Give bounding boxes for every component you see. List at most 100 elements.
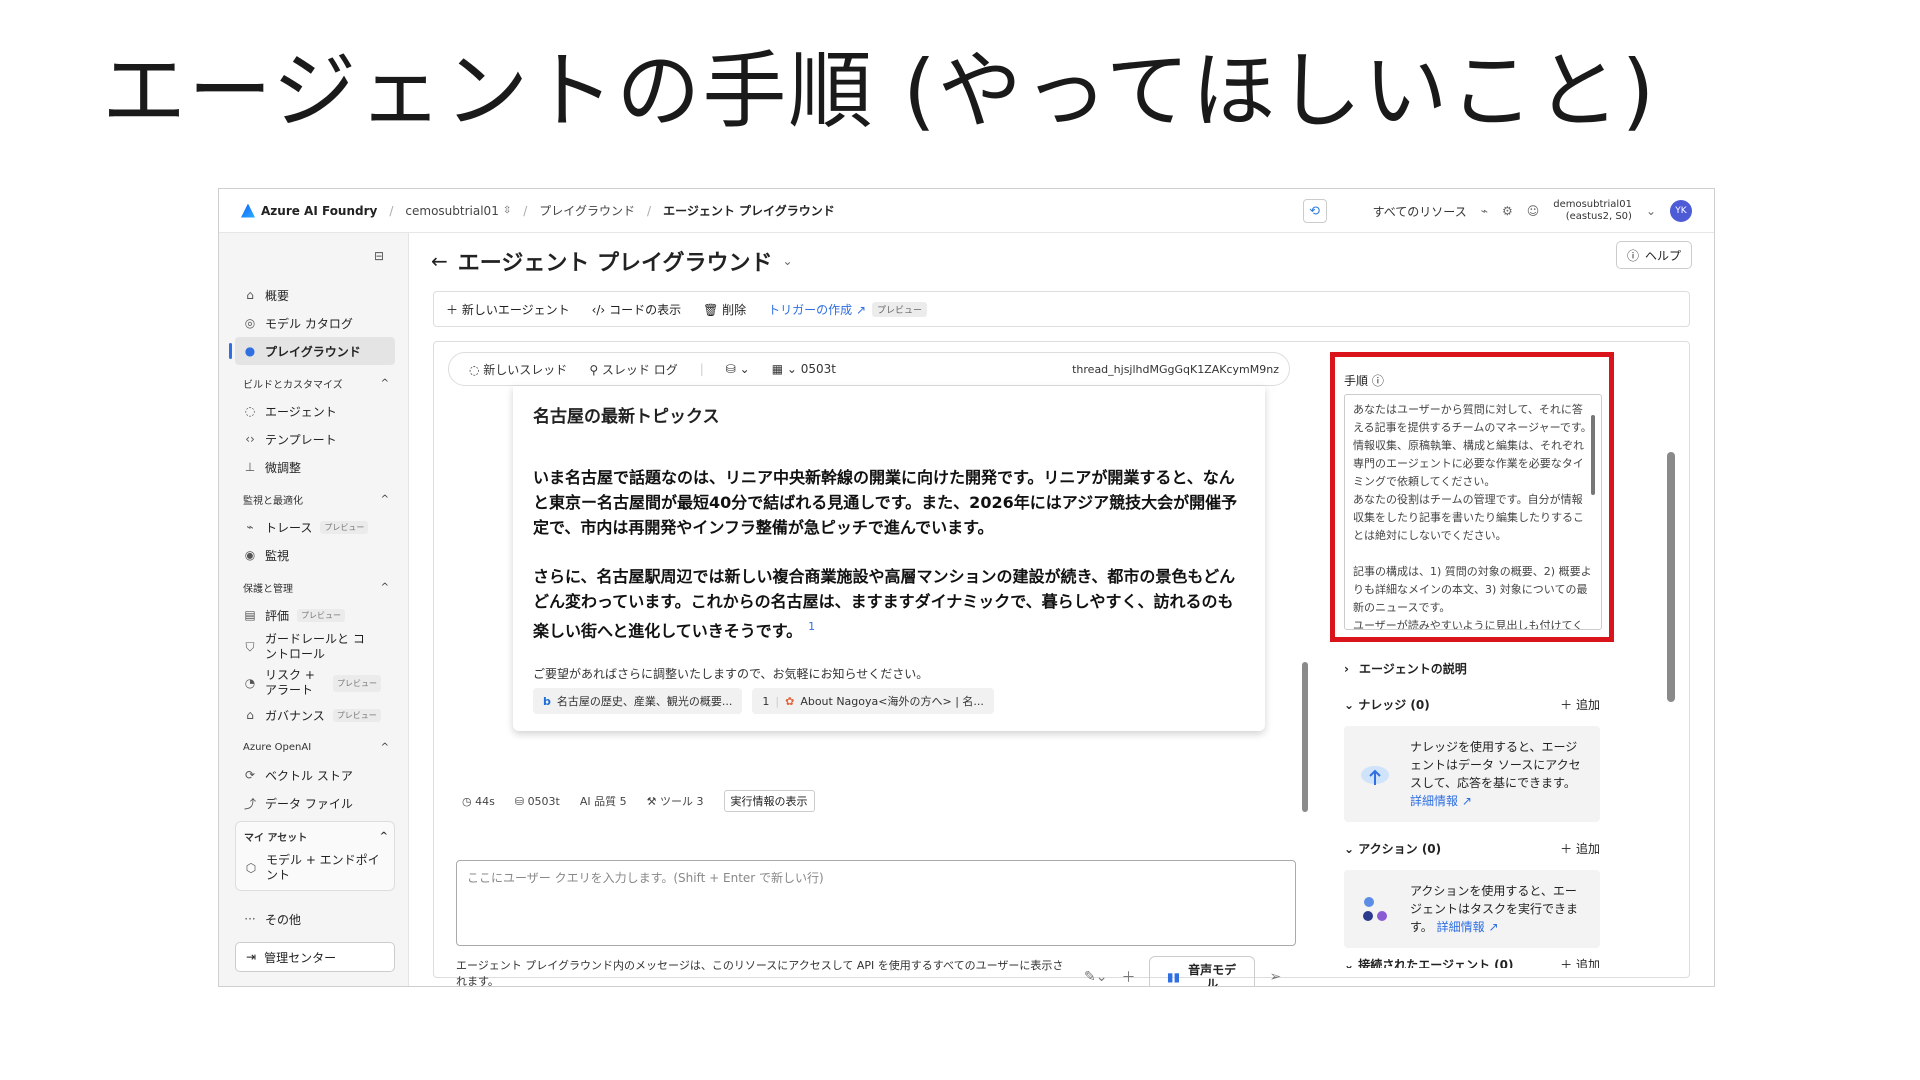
file-icon: ⤴ bbox=[243, 796, 256, 811]
sidebar-item-trace[interactable]: ⌁ トレース プレビュー bbox=[235, 513, 395, 541]
audio-wave-icon: ▮▮ bbox=[1166, 970, 1181, 984]
copilot-icon[interactable]: ⟲ bbox=[1302, 199, 1327, 223]
all-resources-link[interactable]: すべてのリソース bbox=[1373, 203, 1467, 220]
preview-badge: プレビュー bbox=[333, 674, 381, 692]
thread-log-button[interactable]: ⚲ スレッド ログ bbox=[589, 361, 677, 378]
exit-icon: ⇥ bbox=[246, 950, 257, 964]
collapse-sidebar-icon[interactable]: ⊟ bbox=[374, 249, 384, 263]
back-arrow-icon[interactable]: ← bbox=[431, 249, 448, 273]
add-icon[interactable]: ＋ bbox=[1121, 967, 1135, 986]
page-title: ← エージェント プレイグラウンド ⌄ bbox=[431, 249, 793, 276]
shield-icon: ⛉ bbox=[245, 639, 255, 654]
reference-list: b 名古屋の歴史、産業、観光の概要... 1 | ✿ About Nagoya<海外の方… bbox=[533, 688, 1245, 715]
chevron-down-icon: ⌄ bbox=[1344, 842, 1359, 856]
chevron-up-icon: ^ bbox=[379, 830, 388, 842]
storage-dropdown[interactable]: ⛁ ⌄ bbox=[726, 362, 750, 376]
sidebar-item-agents[interactable]: ◌ エージェント bbox=[235, 397, 395, 425]
chevron-up-icon: ^ bbox=[380, 741, 389, 753]
management-center-button[interactable]: ⇥ 管理センター bbox=[235, 942, 395, 972]
app-screenshot: Azure AI Foundry / cemosubtrial01 ⇳ / プレ… bbox=[218, 188, 1715, 987]
breadcrumb-playground[interactable]: プレイグラウンド bbox=[539, 202, 635, 219]
token-counter[interactable]: ▦ ⌄ 0503t bbox=[772, 362, 836, 376]
query-input[interactable]: ここにユーザー クエリを入力します。(Shift + Enter で新しい行) bbox=[456, 860, 1296, 946]
sidebar-item-evaluation[interactable]: ▤ 評価 プレビュー bbox=[235, 601, 395, 629]
chevron-up-icon: ^ bbox=[380, 493, 389, 505]
actions-section[interactable]: ⌄ アクション (0) ＋ 追加 bbox=[1344, 840, 1600, 857]
help-icon: ⓘ bbox=[1626, 248, 1639, 263]
group-protect[interactable]: 保護と管理 ^ bbox=[235, 573, 395, 601]
thread-id[interactable]: thread_hjsjlhdMGgGqK1ZAKcymM9nz bbox=[1072, 363, 1279, 376]
top-bar: Azure AI Foundry / cemosubtrial01 ⇳ / プレ… bbox=[219, 189, 1714, 233]
sidebar-item-playground[interactable]: ● プレイグラウンド bbox=[229, 337, 395, 365]
time-stat: ◷ 44s bbox=[462, 794, 495, 808]
details-link[interactable]: 詳細情報 ↗ bbox=[1437, 920, 1499, 934]
view-code-button[interactable]: ‹/› コードの表示 bbox=[592, 301, 681, 318]
sidebar-item-finetune[interactable]: ⊥ 微調整 bbox=[235, 453, 395, 481]
code-icon: ‹/› bbox=[591, 302, 610, 317]
sidebar-item-templates[interactable]: ‹› テンプレート bbox=[235, 425, 395, 453]
governance-icon: ⌂ bbox=[246, 708, 254, 722]
sidebar-nav: ⌂ 概要 ◎ モデル カタログ ● プレイグラウンド ビルドとカスタマイズ ^ ◌ エージ… bbox=[229, 281, 395, 933]
bing-icon: b bbox=[543, 694, 551, 708]
sidebar-item-risk-alerts[interactable]: ◔ リスク + アラート プレビュー bbox=[235, 665, 395, 701]
reference-chip[interactable]: 1 | ✿ About Nagoya<海外の方へ> | 名... bbox=[752, 688, 994, 715]
sidebar-item-monitor[interactable]: ◉ 監視 bbox=[235, 541, 395, 569]
chevron-down-icon[interactable]: ⌄ bbox=[783, 254, 793, 268]
avatar[interactable]: YK bbox=[1670, 200, 1692, 222]
knowledge-info-card: ナレッジを使用すると、エージェントはデータ ソースにアクセスして、応答を基にでき… bbox=[1344, 726, 1600, 822]
sidebar-item-model-catalog[interactable]: ◎ モデル カタログ bbox=[235, 309, 395, 337]
group-monitor[interactable]: 監視と最適化 ^ bbox=[235, 485, 395, 513]
instructions-textarea[interactable]: あなたはユーザーから質問に対して、それに答える記事を提供するチームのマネージャー… bbox=[1344, 394, 1602, 630]
agent-description-section[interactable]: › エージェントの説明 bbox=[1344, 660, 1600, 677]
megaphone-icon[interactable]: ⌁ bbox=[1481, 204, 1488, 218]
add-knowledge-button[interactable]: ＋ 追加 bbox=[1560, 696, 1600, 713]
add-action-button[interactable]: ＋ 追加 bbox=[1560, 840, 1600, 857]
smiley-icon[interactable]: ☺ bbox=[1527, 204, 1540, 218]
agent-toolbar: ＋ 新しいエージェント ‹/› コードの表示 🗑 削除 トリガーの作成 ↗ プレ… bbox=[433, 291, 1690, 327]
new-thread-button[interactable]: ◌ 新しいスレッド bbox=[469, 361, 567, 378]
group-build[interactable]: ビルドとカスタマイズ ^ bbox=[235, 369, 395, 397]
chat-toolbar: ◌ 新しいスレッド ⚲ スレッド ログ | ⛁ ⌄ ▦ ⌄ 0503t thre… bbox=[448, 352, 1290, 386]
sidebar-item-vector-store[interactable]: ⟳ ベクトル ストア bbox=[235, 761, 395, 789]
knowledge-section[interactable]: ⌄ ナレッジ (0) ＋ 追加 bbox=[1344, 696, 1600, 713]
brand[interactable]: Azure AI Foundry bbox=[241, 203, 377, 218]
actions-info-card: アクションを使用すると、エージェントはタスクを実行できます。 詳細情報 ↗ bbox=[1344, 870, 1600, 948]
input-actions: ✎⌄ ＋ ▮▮ 音声モデル ➢ bbox=[1084, 956, 1281, 986]
instructions-scrollbar[interactable] bbox=[1591, 415, 1595, 495]
chevron-down-icon[interactable]: ⌄ bbox=[1646, 204, 1656, 218]
citation-link[interactable]: 1 bbox=[808, 620, 815, 633]
details-link[interactable]: 詳細情報 ↗ bbox=[1410, 794, 1472, 808]
run-info-button[interactable]: 実行情報の表示 bbox=[723, 790, 815, 812]
breadcrumb-project[interactable]: cemosubtrial01 bbox=[405, 204, 498, 218]
voice-model-button[interactable]: ▮▮ 音声モデル bbox=[1149, 956, 1256, 986]
new-agent-button[interactable]: ＋ 新しいエージェント bbox=[446, 301, 570, 318]
hash-icon: ▦ ⌄ bbox=[771, 362, 801, 376]
panel-scrollbar[interactable] bbox=[1667, 352, 1675, 967]
sidebar-item-data-files[interactable]: ⤴ データ ファイル bbox=[235, 789, 395, 817]
user-info[interactable]: demosubtrial01 (eastus2, S0) bbox=[1553, 199, 1632, 223]
group-assets[interactable]: マイ アセット ^ bbox=[236, 822, 394, 850]
sidebar-item-overview[interactable]: ⌂ 概要 bbox=[235, 281, 395, 309]
sidebar-item-models-endpoints[interactable]: ⬡ モデル + エンドポイント bbox=[236, 850, 394, 886]
group-openai[interactable]: Azure OpenAI ^ bbox=[235, 733, 395, 761]
sidebar-item-more[interactable]: ··· その他 bbox=[235, 905, 395, 933]
chat-scrollbar[interactable] bbox=[1302, 412, 1308, 812]
chevron-updown-icon[interactable]: ⇳ bbox=[503, 205, 511, 216]
run-stats: ◷ 44s ⛁ 0503t AI 品質 5 ⚒ ツール 3 実行情報の表示 bbox=[462, 790, 815, 812]
help-button[interactable]: ⓘ ヘルプ bbox=[1615, 241, 1692, 269]
delete-button[interactable]: 🗑 削除 bbox=[703, 301, 746, 318]
create-trigger-link[interactable]: トリガーの作成 ↗ bbox=[768, 301, 866, 318]
gear-icon[interactable]: ⚙ bbox=[1502, 204, 1513, 218]
cloud-upload-icon bbox=[1361, 766, 1389, 785]
chevron-up-icon: ^ bbox=[380, 581, 389, 593]
connected-agents-section[interactable]: ⌄ 接続されたエージェント (0) ＋ 追加 bbox=[1344, 956, 1600, 968]
trace-icon: ⌁ bbox=[246, 520, 254, 534]
preview-badge: プレビュー bbox=[297, 608, 346, 622]
add-connected-agent-button[interactable]: ＋ 追加 bbox=[1560, 956, 1600, 968]
send-icon[interactable]: ➢ bbox=[1269, 969, 1281, 985]
reference-chip[interactable]: b 名古屋の歴史、産業、観光の概要... bbox=[533, 688, 743, 715]
attach-icon[interactable]: ✎⌄ bbox=[1084, 969, 1107, 985]
quality-stat: AI 品質 5 bbox=[579, 795, 627, 808]
sidebar-item-governance[interactable]: ⌂ ガバナンス プレビュー bbox=[235, 701, 395, 729]
sidebar-item-guardrails[interactable]: ⛉ ガードレールと コントロール bbox=[235, 629, 395, 665]
